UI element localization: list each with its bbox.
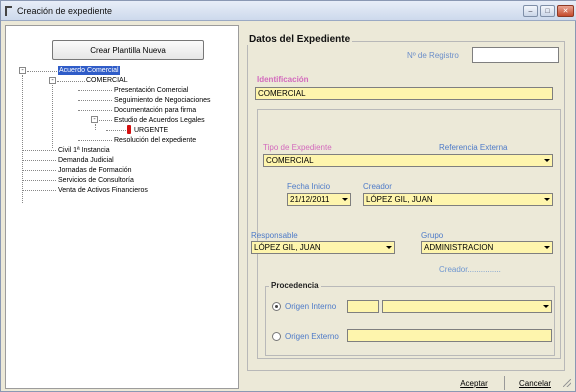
tree-item-estudio[interactable]: Estudio de Acuerdos Legales (114, 116, 205, 125)
registro-field[interactable] (472, 47, 559, 63)
origen-interno-select[interactable] (382, 300, 552, 313)
resize-grip-icon[interactable] (563, 379, 571, 387)
window-title: Creación de expediente (17, 5, 113, 16)
tree-item-resolucion[interactable]: Resolución del expediente (114, 136, 196, 145)
origen-interno-label: Origen Interno (285, 302, 337, 311)
procedencia-groupbox (265, 286, 555, 356)
grupo-label: Grupo (421, 231, 444, 240)
tree-line (99, 120, 112, 121)
dropdown-arrow-icon[interactable] (541, 302, 550, 311)
tree-line (27, 71, 57, 72)
cancelar-button[interactable]: Cancelar (509, 376, 561, 390)
fecha-value: 21/12/2011 (290, 195, 330, 204)
tree-line (22, 150, 56, 151)
identificacion-label: Identificación (257, 75, 309, 84)
tree-item-presentacion[interactable]: Presentación Comercial (114, 86, 188, 95)
window-controls: – □ ✕ (523, 5, 574, 17)
dropdown-arrow-icon[interactable] (340, 195, 349, 204)
creador-note: Creador............... (439, 265, 501, 274)
tipo-label: Tipo de Expediente (263, 143, 332, 152)
dropdown-arrow-icon[interactable] (542, 156, 551, 165)
fecha-select[interactable]: 21/12/2011 (287, 193, 351, 206)
tree-item-comercial[interactable]: COMERCIAL (86, 76, 128, 85)
template-tree-panel: Crear Plantilla Nueva - Acuerdo Comercia… (5, 25, 239, 389)
tree-line (78, 90, 112, 91)
template-tree: - Acuerdo Comercial - COMERCIAL Presenta… (6, 26, 238, 388)
fecha-label: Fecha Inicio (287, 182, 331, 191)
section-title: Datos del Expediente (247, 34, 353, 45)
creador-label: Creador (363, 182, 392, 191)
tree-line (57, 81, 85, 82)
responsable-value: LÓPEZ GIL, JUAN (254, 243, 321, 252)
tree-item-demanda[interactable]: Demanda Judicial (58, 156, 114, 165)
tree-item-jornadas[interactable]: Jornadas de Formación (58, 166, 132, 175)
tree-line (78, 100, 112, 101)
tree-line (22, 75, 23, 203)
tree-line (22, 180, 56, 181)
creador-select[interactable]: LÓPEZ GIL, JUAN (363, 193, 553, 206)
dropdown-arrow-icon[interactable] (542, 243, 551, 252)
dropdown-arrow-icon[interactable] (542, 195, 551, 204)
tree-expander-minus-icon[interactable]: - (91, 116, 98, 123)
creacion-expediente-window: Creación de expediente – □ ✕ Crear Plant… (0, 0, 576, 392)
creador-value: LÓPEZ GIL, JUAN (366, 195, 433, 204)
app-icon (5, 5, 14, 16)
origen-externo-radio[interactable] (272, 332, 281, 341)
tree-item-seguimiento[interactable]: Seguimiento de Negociaciones (114, 96, 211, 105)
identificacion-field[interactable]: COMERCIAL (255, 87, 553, 100)
origen-interno-radio[interactable] (272, 302, 281, 311)
registro-label: Nº de Registro (407, 51, 459, 60)
tree-item-acuerdo-comercial[interactable]: Acuerdo Comercial (58, 66, 120, 75)
tree-item-civil[interactable]: Civil 1ª Instancia (58, 146, 110, 155)
origen-externo-label: Origen Externo (285, 332, 339, 341)
grupo-select[interactable]: ADMINISTRACION (421, 241, 553, 254)
close-button[interactable]: ✕ (557, 5, 574, 17)
minimize-button[interactable]: – (523, 5, 538, 17)
aceptar-button[interactable]: Aceptar (449, 376, 499, 390)
origen-externo-field[interactable] (347, 329, 552, 342)
title-bar: Creación de expediente – □ ✕ (1, 1, 576, 21)
tree-line (78, 110, 112, 111)
tree-line (22, 160, 56, 161)
origen-interno-code[interactable] (347, 300, 379, 313)
tree-item-documentacion[interactable]: Documentación para firma (114, 106, 196, 115)
referencia-label: Referencia Externa (439, 143, 508, 152)
procedencia-label: Procedencia (269, 281, 321, 290)
tree-expander-minus-icon[interactable]: - (19, 67, 26, 74)
button-separator (504, 376, 505, 390)
tipo-value: COMERCIAL (266, 156, 314, 165)
tree-line (106, 130, 126, 131)
tree-line (78, 140, 112, 141)
tree-item-venta[interactable]: Venta de Activos Financieros (58, 186, 148, 195)
tree-line (22, 190, 56, 191)
responsable-label: Responsable (251, 231, 298, 240)
dropdown-arrow-icon[interactable] (384, 243, 393, 252)
tree-expander-minus-icon[interactable]: - (49, 77, 56, 84)
grupo-value: ADMINISTRACION (424, 243, 494, 252)
tree-item-urgente[interactable]: URGENTE (134, 126, 168, 135)
urgent-flag-icon (127, 125, 131, 134)
maximize-button[interactable]: □ (540, 5, 555, 17)
tree-line (95, 124, 96, 130)
tree-line (52, 85, 53, 148)
responsable-select[interactable]: LÓPEZ GIL, JUAN (251, 241, 395, 254)
tree-item-servicios[interactable]: Servicios de Consultoría (58, 176, 134, 185)
tree-line (22, 170, 56, 171)
tipo-select[interactable]: COMERCIAL (263, 154, 553, 167)
